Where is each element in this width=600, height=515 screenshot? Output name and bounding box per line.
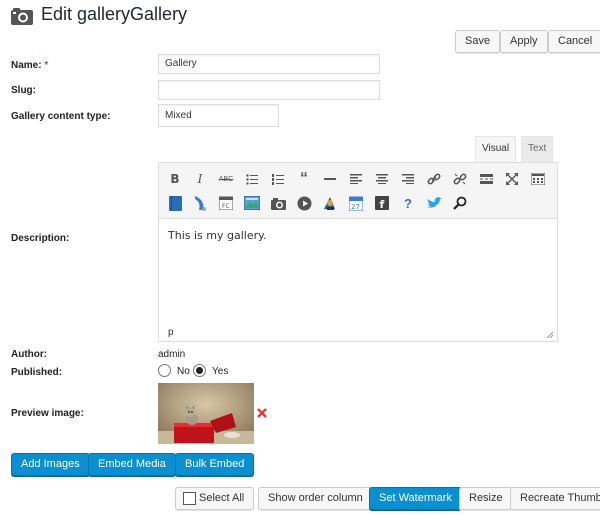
align-left-icon[interactable] bbox=[346, 169, 366, 189]
set-watermark-button[interactable]: Set Watermark bbox=[369, 487, 462, 510]
cancel-button[interactable]: Cancel bbox=[548, 30, 600, 53]
select-all-checkbox[interactable] bbox=[183, 492, 196, 505]
align-right-icon[interactable] bbox=[398, 169, 418, 189]
numbered-list-icon[interactable] bbox=[268, 169, 288, 189]
published-yes-label: Yes bbox=[212, 366, 229, 377]
image-icon[interactable] bbox=[242, 193, 262, 213]
camera-icon[interactable] bbox=[268, 193, 288, 213]
name-label: Name: * bbox=[11, 60, 49, 71]
unlink-icon[interactable] bbox=[450, 169, 470, 189]
calendar-icon[interactable]: FC bbox=[216, 193, 236, 213]
align-center-icon[interactable] bbox=[372, 169, 392, 189]
page-title: Edit galleryGallery bbox=[41, 4, 188, 24]
blockquote-icon[interactable]: “ bbox=[294, 169, 314, 189]
published-yes-radio[interactable] bbox=[193, 364, 206, 377]
toolbar-toggle-icon[interactable] bbox=[528, 169, 548, 189]
camera-icon bbox=[10, 6, 34, 26]
save-button[interactable]: Save bbox=[455, 30, 501, 53]
svg-text:27: 27 bbox=[351, 203, 360, 211]
shortcode-icon[interactable] bbox=[190, 193, 210, 213]
event-calendar-icon[interactable]: 27 bbox=[346, 193, 366, 213]
author-label: Author: bbox=[11, 349, 48, 360]
preview-image[interactable] bbox=[158, 383, 254, 444]
published-no-label: No bbox=[177, 366, 190, 377]
bold-icon[interactable]: B bbox=[165, 169, 185, 189]
slug-field[interactable] bbox=[158, 80, 380, 100]
resize-button[interactable]: Resize bbox=[459, 487, 513, 510]
video-icon[interactable] bbox=[294, 193, 314, 213]
resize-handle-icon[interactable] bbox=[546, 330, 554, 339]
book-icon[interactable] bbox=[165, 193, 185, 213]
content-type-label: Gallery content type: bbox=[11, 111, 111, 122]
bullet-list-icon[interactable] bbox=[242, 169, 262, 189]
tab-text[interactable]: Text bbox=[521, 136, 554, 162]
show-order-column-button[interactable]: Show order column bbox=[258, 487, 373, 510]
select-all-button[interactable]: Select All bbox=[175, 487, 254, 510]
fullscreen-icon[interactable] bbox=[502, 169, 522, 189]
embed-media-button[interactable]: Embed Media bbox=[88, 453, 176, 476]
select-all-label: Select All bbox=[199, 492, 245, 504]
slug-label: Slug: bbox=[11, 85, 36, 96]
add-images-button[interactable]: Add Images bbox=[11, 453, 90, 476]
author-value: admin bbox=[158, 349, 186, 360]
svg-text:f: f bbox=[380, 198, 385, 210]
help-icon[interactable]: ? bbox=[398, 193, 418, 213]
search-icon[interactable] bbox=[450, 193, 470, 213]
editor-content[interactable]: This is my gallery. bbox=[168, 229, 267, 242]
recreate-thumbnails-button[interactable]: Recreate Thumbnails bbox=[510, 487, 600, 510]
read-more-icon[interactable] bbox=[476, 169, 496, 189]
bulk-embed-button[interactable]: Bulk Embed bbox=[175, 453, 255, 476]
preview-image-label: Preview image: bbox=[11, 408, 84, 419]
tab-visual[interactable]: Visual bbox=[475, 136, 517, 162]
facebook-icon[interactable]: f bbox=[372, 193, 392, 213]
description-label: Description: bbox=[11, 233, 70, 244]
twitter-icon[interactable] bbox=[424, 193, 444, 213]
published-no-radio[interactable] bbox=[158, 364, 171, 377]
apply-button[interactable]: Apply bbox=[500, 30, 548, 53]
link-icon[interactable] bbox=[424, 169, 444, 189]
close-icon[interactable] bbox=[257, 408, 267, 418]
italic-icon[interactable]: I bbox=[190, 169, 210, 189]
editor-toolbar: B I ABC “ FC 27 f ? bbox=[159, 163, 557, 219]
content-type-select[interactable]: Mixed bbox=[158, 104, 279, 127]
published-label: Published: bbox=[11, 367, 63, 378]
horizontal-rule-icon[interactable] bbox=[320, 169, 340, 189]
editor-path: p bbox=[168, 327, 174, 338]
svg-text:FC: FC bbox=[222, 203, 230, 210]
name-field[interactable]: Gallery bbox=[158, 54, 380, 74]
strikethrough-icon[interactable]: ABC bbox=[216, 169, 236, 189]
description-editor[interactable]: B I ABC “ FC 27 f ? This is my gallery. … bbox=[158, 162, 558, 342]
wizard-icon[interactable] bbox=[320, 193, 340, 213]
